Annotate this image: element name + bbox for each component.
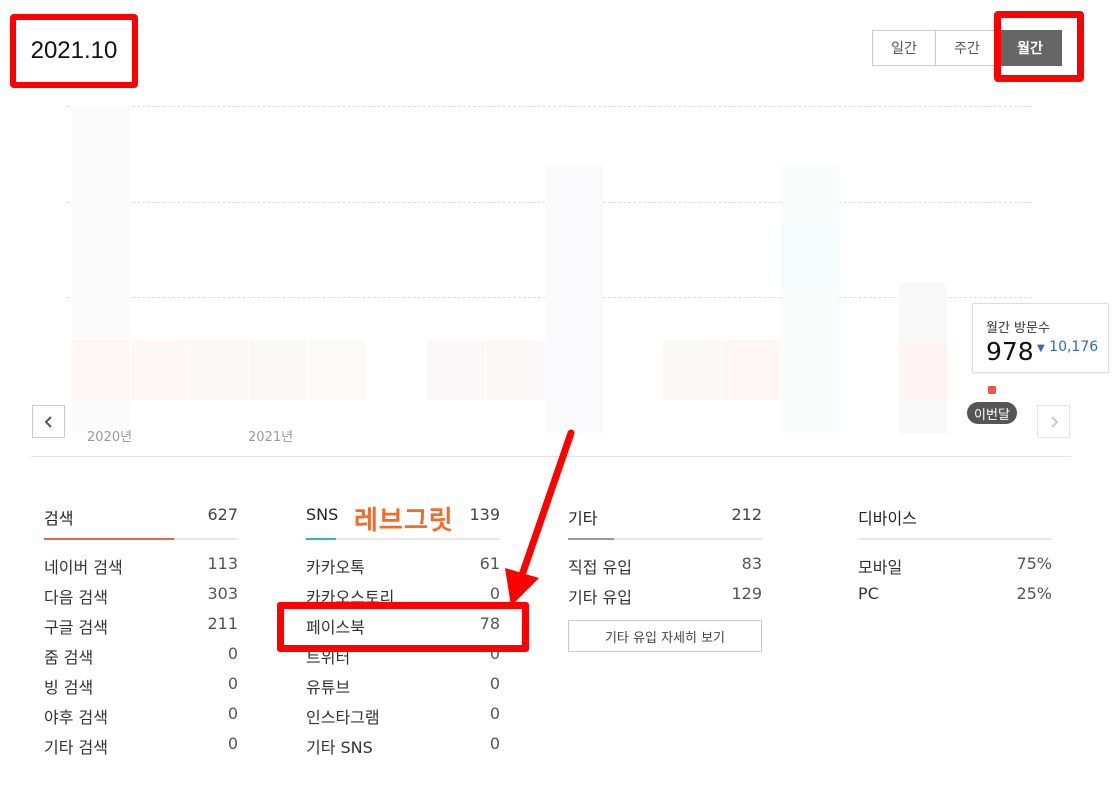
visits-tooltip: 월간 방문수 978 ▼ 10,176 xyxy=(972,303,1109,373)
sns-title: SNS xyxy=(306,505,339,524)
row-value: 303 xyxy=(207,584,238,603)
annotation-text: 레브그릿 xyxy=(354,506,454,536)
list-item: 카카오톡 61 xyxy=(306,554,500,584)
row-label: 기타 SNS xyxy=(306,738,373,757)
row-value: 0 xyxy=(489,704,500,723)
annotation-arrow-icon xyxy=(505,429,575,606)
row-label: 모바일 xyxy=(858,558,903,577)
tooltip-change-value: 10,176 xyxy=(1049,339,1099,355)
chart-column[interactable] xyxy=(781,165,839,433)
list-item: PC 25% xyxy=(858,584,1052,614)
chart-column[interactable] xyxy=(545,165,603,433)
list-item: 줌 검색 0 xyxy=(44,644,238,674)
row-value: 0 xyxy=(227,644,238,663)
facebook-highlight-box xyxy=(277,602,529,652)
row-value: 83 xyxy=(741,554,762,573)
list-item: 인스타그램 0 xyxy=(306,704,500,734)
row-label: 인스타그램 xyxy=(306,708,380,727)
list-item: 네이버 검색 113 xyxy=(44,554,238,584)
row-value: 211 xyxy=(207,614,238,633)
search-underline xyxy=(44,538,174,540)
row-value: 0 xyxy=(227,674,238,693)
chart-next-button[interactable] xyxy=(1037,405,1070,438)
chart-column[interactable] xyxy=(72,340,130,400)
chart-column[interactable] xyxy=(308,340,366,400)
etc-detail-button[interactable]: 기타 유입 자세히 보기 xyxy=(568,620,762,652)
current-month-marker xyxy=(988,386,996,394)
row-label: 카카오톡 xyxy=(306,558,365,577)
row-label: 다음 검색 xyxy=(44,588,108,607)
row-value: 0 xyxy=(489,734,500,753)
chevron-left-icon xyxy=(44,415,52,428)
list-item: 야후 검색 0 xyxy=(44,704,238,734)
list-item: 기타 SNS 0 xyxy=(306,734,500,764)
visits-chart: 2020년 2021년 월간 방문수 978 ▼ 10,176 이번달 xyxy=(0,0,1114,450)
search-total: 627 xyxy=(207,505,238,524)
row-value: 113 xyxy=(207,554,238,573)
list-item: 모바일 75% xyxy=(858,554,1052,584)
sns-underline xyxy=(306,538,336,540)
row-label: 구글 검색 xyxy=(44,618,108,637)
device-column: 디바이스 모바일 75% PC 25% xyxy=(858,500,1052,614)
etc-column: 기타 212 직접 유입 83 기타 유입 129 기타 유입 자세히 보기 xyxy=(568,500,762,652)
chart-column[interactable] xyxy=(427,340,485,400)
search-title: 검색 xyxy=(44,509,74,528)
tooltip-value: 978 xyxy=(986,337,1034,366)
x-label-2020: 2020년 xyxy=(87,430,133,445)
chart-column[interactable] xyxy=(899,342,947,400)
grid-line xyxy=(67,106,1032,107)
chart-column[interactable] xyxy=(663,340,721,400)
row-value: 129 xyxy=(731,584,762,603)
chart-column[interactable] xyxy=(249,340,307,400)
row-label: 기타 검색 xyxy=(44,738,108,757)
etc-header: 기타 212 xyxy=(568,500,762,540)
row-label: PC xyxy=(858,584,879,603)
chart-prev-button[interactable] xyxy=(32,405,65,438)
list-item: 기타 검색 0 xyxy=(44,734,238,764)
chart-column[interactable] xyxy=(131,340,189,400)
row-label: 줌 검색 xyxy=(44,648,94,667)
list-item: 유튜브 0 xyxy=(306,674,500,704)
chart-column[interactable] xyxy=(722,340,780,400)
row-value: 0 xyxy=(227,704,238,723)
search-column: 검색 627 네이버 검색 113 다음 검색 303 구글 검색 211 줌 검색 0… xyxy=(44,500,238,764)
tooltip-change: ▼ 10,176 xyxy=(1037,339,1098,355)
row-label: 네이버 검색 xyxy=(44,558,123,577)
x-label-2021: 2021년 xyxy=(248,430,294,445)
row-label: 빙 검색 xyxy=(44,678,94,697)
current-month-badge: 이번달 xyxy=(967,402,1017,424)
search-header: 검색 627 xyxy=(44,500,238,540)
list-item: 직접 유입 83 xyxy=(568,554,762,584)
tooltip-label: 월간 방문수 xyxy=(986,321,1050,336)
chart-column[interactable] xyxy=(190,340,248,400)
device-header: 디바이스 xyxy=(858,500,1052,540)
chart-column[interactable] xyxy=(781,225,839,285)
list-item: 구글 검색 211 xyxy=(44,614,238,644)
row-label: 야후 검색 xyxy=(44,708,108,727)
list-item: 빙 검색 0 xyxy=(44,674,238,704)
row-value: 0 xyxy=(227,734,238,753)
row-value: 0 xyxy=(489,674,500,693)
chevron-right-icon xyxy=(1050,415,1058,428)
row-label: 유튜브 xyxy=(306,678,351,697)
caret-down-icon: ▼ xyxy=(1037,343,1045,354)
row-value: 25% xyxy=(1016,584,1052,603)
etc-total: 212 xyxy=(731,505,762,524)
list-item: 다음 검색 303 xyxy=(44,584,238,614)
list-item: 기타 유입 129 xyxy=(568,584,762,614)
chart-column[interactable] xyxy=(486,340,544,400)
row-value: 75% xyxy=(1016,554,1052,573)
device-title: 디바이스 xyxy=(858,509,917,528)
